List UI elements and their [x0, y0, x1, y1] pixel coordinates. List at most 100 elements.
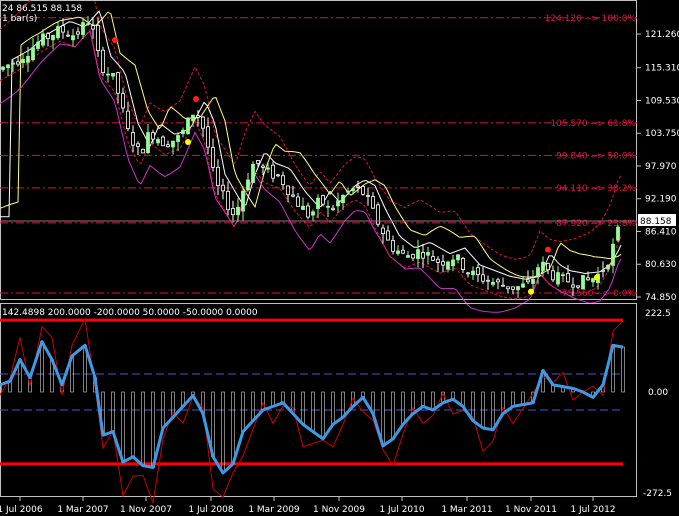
candle-body — [576, 285, 580, 288]
candle-body — [261, 165, 265, 168]
candle-body — [366, 194, 370, 197]
time-axis-label: 1 Jul 2008 — [188, 505, 233, 515]
time-axis-label: 1 Jul 2010 — [379, 505, 424, 515]
candle-body — [551, 270, 555, 281]
fibo-level-label: 124.120 --> 100.0% — [545, 14, 637, 24]
current-price-value: 88.158 — [640, 217, 672, 227]
candle-body — [156, 139, 160, 144]
candle-body — [521, 283, 525, 288]
candle-body — [471, 270, 475, 276]
candle-body — [431, 256, 435, 261]
candle-body — [391, 239, 395, 252]
candle-body — [306, 205, 310, 218]
lower-envelope-line — [0, 28, 622, 300]
candle-body — [501, 284, 505, 287]
main-price-pane[interactable]: 124.120 --> 100.0% 105.570 --> 61.8% 99.84… — [0, 0, 637, 313]
candle-body — [536, 267, 540, 277]
indicator-header: 142.4898 200.0000 -200.0000 50.0000 -50.… — [2, 308, 258, 318]
cci-histogram-bar — [621, 346, 625, 393]
candle-body — [171, 140, 175, 148]
fractal-up-marker — [112, 37, 118, 44]
cci-histogram-bar — [121, 391, 125, 463]
candle-body — [276, 174, 280, 177]
fibo-level-label: 87.920 --> 23.6% — [556, 219, 636, 229]
candle-body — [181, 129, 185, 135]
candle-body — [266, 167, 270, 170]
cci-histogram-bar — [271, 391, 275, 407]
fractal-down-marker — [528, 288, 534, 295]
indicator-pane[interactable]: 142.4898 200.0000 -200.0000 50.0000 -50.… — [0, 303, 637, 503]
signal-line — [0, 10, 622, 280]
price-tick-label: 74.850 — [645, 293, 677, 303]
candle-body — [41, 33, 45, 46]
candle-body — [326, 205, 330, 208]
price-tick-label: 109.530 — [645, 96, 679, 106]
candle-body — [561, 274, 565, 277]
candle-body — [56, 26, 60, 39]
candle-body — [316, 197, 320, 209]
fractal-down-marker — [185, 139, 191, 146]
candle-body — [281, 175, 285, 185]
candle-body — [256, 160, 260, 164]
cci-histogram-bar — [511, 391, 515, 407]
candle-body — [136, 143, 140, 147]
candle-body — [466, 272, 470, 275]
candle-body — [6, 64, 10, 68]
indicator-pane-frame — [0, 303, 637, 497]
candle-body — [101, 49, 105, 74]
price-scale[interactable]: 121.260 115.310 109.530 103.750 97.970 92.190… — [637, 30, 679, 303]
moving-average-line — [0, 11, 622, 278]
candle-body — [16, 61, 20, 65]
price-tick-label: 103.750 — [645, 129, 679, 139]
candle-body — [541, 261, 545, 271]
indicator-tick-top: 222.5 — [645, 309, 671, 319]
chart-header-line1: 24 86.515 88.158 — [2, 4, 82, 14]
cci-histogram-bar — [221, 391, 225, 474]
candle-body — [331, 207, 335, 210]
candle-body — [406, 255, 410, 258]
candle-body — [241, 190, 245, 212]
candle-body — [341, 195, 345, 204]
price-bands — [0, 0, 622, 313]
candle-body — [411, 254, 415, 259]
candle-body — [131, 132, 135, 146]
price-tick-label: 92.190 — [645, 195, 677, 205]
time-axis[interactable]: 1 Jul 2006 1 Mar 2007 1 Nov 2007 1 Jul 2008… — [0, 497, 616, 515]
price-tick-label: 80.630 — [645, 260, 677, 270]
price-tick-label: 115.310 — [645, 64, 679, 74]
indicator-tick-zero: 0.00 — [648, 388, 668, 398]
candles — [1, 16, 620, 298]
cci-histogram-bar — [341, 391, 345, 418]
candle-body — [591, 278, 595, 283]
candle-body — [381, 227, 385, 235]
time-axis-label: 1 Nov 2007 — [120, 505, 172, 515]
indicator-tick-bottom: -272.5 — [643, 489, 672, 499]
candle-body — [216, 166, 220, 187]
candle-body — [456, 254, 460, 261]
candle-body — [601, 269, 605, 272]
candle-body — [386, 230, 390, 241]
candle-body — [421, 252, 425, 259]
cci-histogram-bar — [231, 391, 235, 465]
candle-body — [11, 62, 15, 65]
candle-body — [461, 258, 465, 270]
candle-body — [236, 206, 240, 216]
candle-body — [426, 252, 430, 256]
candle-body — [436, 258, 440, 263]
candle-body — [231, 208, 235, 216]
candle-body — [496, 279, 500, 283]
candle-body — [201, 116, 205, 129]
candle-body — [606, 264, 610, 270]
candle-body — [336, 200, 340, 207]
cci-histogram-bar — [111, 391, 115, 432]
candle-body — [51, 35, 55, 41]
time-axis-label: 1 Nov 2011 — [505, 505, 557, 515]
main-pane-frame — [0, 0, 637, 300]
candle-body — [346, 190, 350, 193]
candle-body — [176, 135, 180, 142]
candle-body — [221, 184, 225, 192]
indicator-scale: 222.5 0.00 -272.5 — [643, 309, 672, 499]
candle-body — [296, 196, 300, 207]
candle-body — [21, 59, 25, 64]
candle-body — [291, 194, 295, 197]
